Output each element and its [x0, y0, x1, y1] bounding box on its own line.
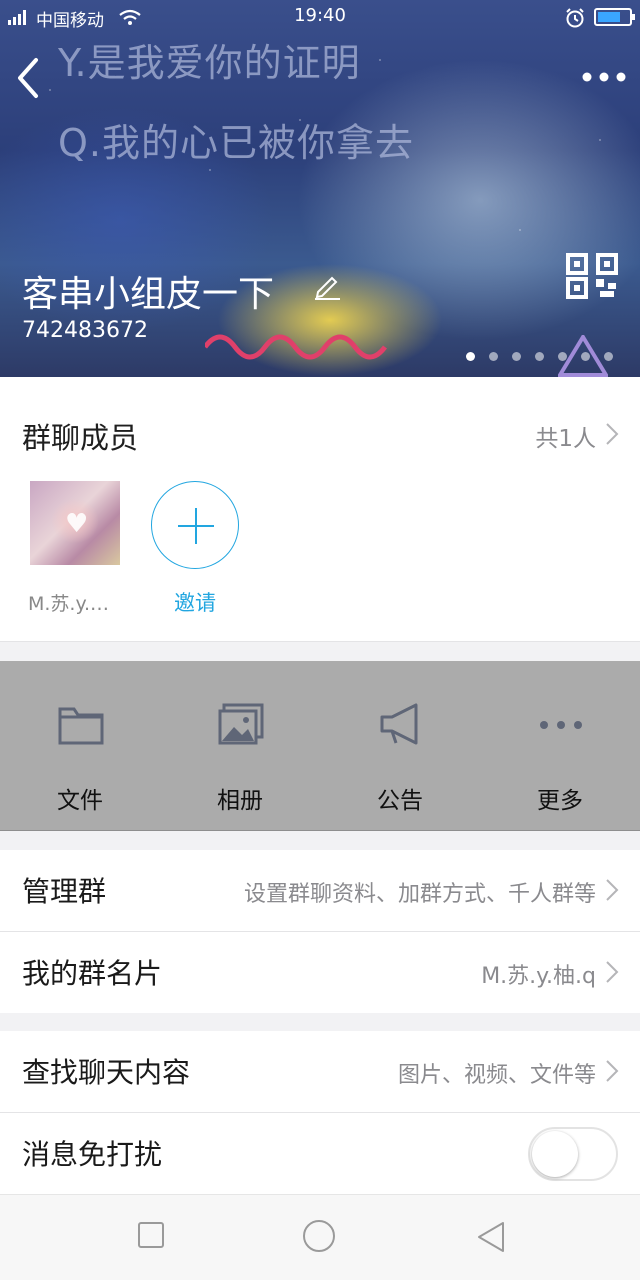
group-cover-header: Y.是我爱你的证明 Q.我的心已被你拿去 中国移动 19:40 客串小组皮一下	[0, 0, 640, 377]
more-dots-icon	[540, 721, 582, 729]
triangle-back-icon[interactable]	[476, 1221, 506, 1253]
edit-pencil-icon[interactable]	[312, 270, 342, 300]
square-recents-icon[interactable]	[137, 1221, 165, 1249]
album-label: 相册	[217, 788, 263, 814]
qr-code-icon[interactable]	[566, 253, 618, 299]
members-title: 群聊成员	[22, 421, 139, 455]
member-name: M.苏.y.…	[28, 593, 110, 615]
group-name: 客串小组皮一下	[22, 274, 275, 315]
manage-group-title: 管理群	[22, 875, 107, 908]
members-section: 群聊成员 共1人 ♥ M.苏.y.… 邀请	[0, 377, 640, 642]
files-label: 文件	[57, 788, 103, 814]
mute-toggle[interactable]	[528, 1127, 618, 1181]
page-dot	[512, 352, 521, 361]
mute-row: 消息免打扰	[0, 1113, 640, 1194]
cover-lyric-line: Y.是我爱你的证明	[58, 41, 361, 85]
status-time: 19:40	[294, 5, 346, 26]
search-history-value: 图片、视频、文件等	[397, 1063, 596, 1088]
group-card-title: 我的群名片	[22, 957, 163, 990]
battery-icon	[594, 8, 635, 26]
chevron-right-icon[interactable]	[604, 421, 620, 447]
announcement-label: 公告	[377, 788, 423, 814]
page-dot	[535, 352, 544, 361]
member-avatar[interactable]: ♥	[30, 481, 120, 565]
folder-icon	[58, 707, 104, 745]
invite-button[interactable]	[151, 481, 239, 569]
circle-home-icon[interactable]	[302, 1219, 336, 1253]
page-dot	[581, 352, 590, 361]
files-button[interactable]: 文件	[0, 661, 160, 831]
search-history-row[interactable]: 查找聊天内容 图片、视频、文件等	[0, 1031, 640, 1112]
megaphone-icon	[380, 703, 418, 745]
members-count[interactable]: 共1人	[535, 419, 596, 453]
page-dot	[604, 352, 613, 361]
system-nav-bar	[0, 1194, 640, 1280]
page-dot	[466, 352, 475, 361]
more-actions-label: 更多	[537, 788, 583, 814]
search-history-title: 查找聊天内容	[22, 1056, 191, 1089]
manage-group-row[interactable]: 管理群 设置群聊资料、加群方式、千人群等	[0, 850, 640, 931]
heart-hands-glyph: ♥	[65, 509, 89, 539]
chevron-right-icon	[606, 1060, 619, 1082]
status-bar: 中国移动 19:40	[0, 0, 640, 34]
page-dot	[558, 352, 567, 361]
album-button[interactable]: 相册	[160, 661, 320, 831]
manage-group-value: 设置群聊资料、加群方式、千人群等	[243, 882, 596, 907]
more-dots-icon[interactable]	[580, 65, 628, 89]
cover-decoration-wave	[205, 334, 387, 360]
back-arrow-icon[interactable]	[12, 54, 52, 102]
cover-lyric-line: Q.我的心已被你拿去	[58, 121, 414, 165]
mute-title: 消息免打扰	[22, 1138, 163, 1171]
more-actions-button[interactable]: 更多	[480, 661, 640, 831]
chevron-right-icon	[606, 879, 619, 901]
announcement-button[interactable]: 公告	[320, 661, 480, 831]
cover-page-indicator	[466, 346, 627, 365]
chevron-right-icon	[606, 961, 619, 983]
alarm-icon	[566, 8, 584, 28]
page-dot	[489, 352, 498, 361]
album-icon	[218, 703, 264, 745]
group-card-value: M.苏.y.柚.q	[481, 964, 596, 989]
group-card-row[interactable]: 我的群名片 M.苏.y.柚.q	[0, 932, 640, 1013]
toggle-knob	[532, 1131, 578, 1177]
group-id: 742483672	[22, 318, 148, 343]
invite-label[interactable]: 邀请	[151, 587, 239, 617]
quick-actions-bar: 文件 相册 公告 更多	[0, 661, 640, 831]
